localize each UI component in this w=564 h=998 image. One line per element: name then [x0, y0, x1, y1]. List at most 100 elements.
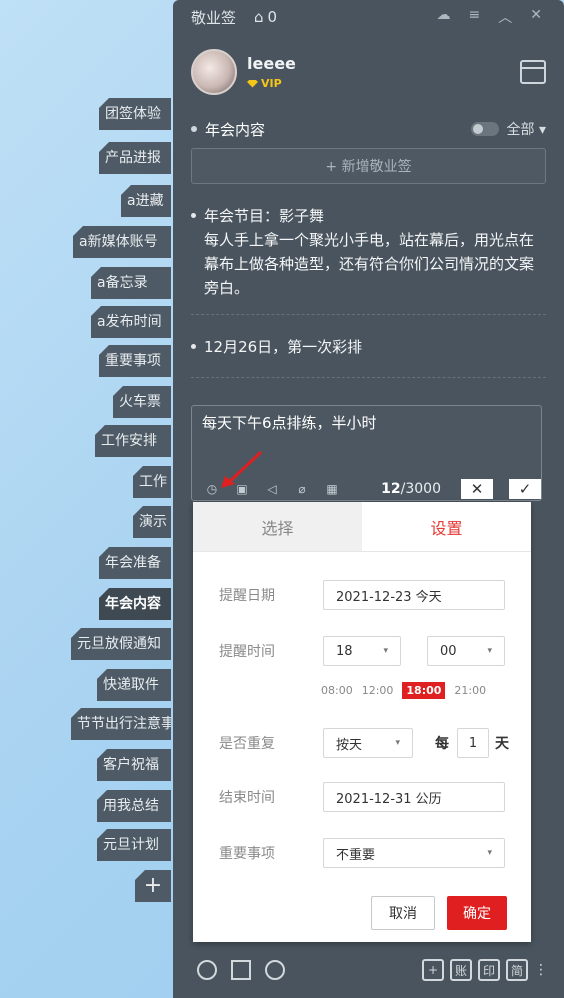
- category-tab[interactable]: a发布时间: [91, 306, 171, 338]
- template-icon[interactable]: ▦: [324, 482, 340, 496]
- title-bar: 敬业签 ⌂ 0 ☁ ≡ ︿ ✕: [173, 0, 564, 34]
- bullet-icon: [191, 126, 197, 132]
- interval-value: 1: [468, 735, 478, 751]
- repeat-value: 按天: [336, 737, 363, 753]
- chevron-down-icon: ▾: [538, 122, 546, 138]
- tab-select[interactable]: 选择: [193, 502, 362, 551]
- date-value: 2021-12-23 今天: [336, 589, 442, 605]
- note-item[interactable]: 12月26日，第一次彩排: [191, 335, 546, 378]
- more-icon[interactable]: ⋮: [534, 962, 548, 978]
- bell-icon: ⌂: [254, 8, 264, 26]
- important-select[interactable]: 不重要 ▾: [323, 838, 505, 868]
- filter-label: 全部: [506, 122, 535, 138]
- account-button[interactable]: 账: [450, 959, 472, 981]
- category-tab[interactable]: 元旦放假通知: [71, 628, 171, 660]
- category-tab[interactable]: 演示: [133, 506, 171, 538]
- bullet-icon: [191, 344, 196, 349]
- list-title: 年会内容: [205, 120, 266, 139]
- repeat-select[interactable]: 按天 ▾: [323, 728, 413, 758]
- category-tab[interactable]: a进藏: [121, 185, 171, 217]
- cancel-edit-button[interactable]: ✕: [461, 479, 493, 499]
- search-icon[interactable]: [265, 960, 285, 980]
- minute-value: 00: [440, 643, 457, 659]
- note-text: 12月26日，第一次彩排: [204, 338, 363, 356]
- category-tab[interactable]: 火车票: [113, 386, 171, 418]
- vip-badge: VIP: [247, 77, 296, 90]
- avatar[interactable]: [191, 49, 237, 95]
- end-time-field[interactable]: 2021-12-31 公历: [323, 782, 505, 812]
- tab-settings[interactable]: 设置: [362, 502, 531, 551]
- collapse-icon[interactable]: ︿: [498, 7, 512, 27]
- user-name: leeee: [247, 54, 296, 73]
- end-time-value: 2021-12-31 公历: [336, 791, 442, 807]
- quick-time[interactable]: 12:00: [362, 684, 394, 697]
- char-max: /3000: [400, 481, 441, 497]
- note-text: 年会节目：影子舞 每人手上拿一个聚光小手电，站在幕后，用光点在幕布上做各种造型，…: [204, 207, 535, 297]
- new-task-label: + 新增敬业签: [325, 159, 412, 175]
- new-task-button[interactable]: + 新增敬业签: [191, 148, 546, 184]
- notification-bell[interactable]: ⌂ 0: [254, 8, 277, 26]
- quick-time[interactable]: 21:00: [454, 684, 486, 697]
- category-tab[interactable]: 重要事项: [99, 345, 171, 377]
- category-tab[interactable]: 工作: [133, 466, 171, 498]
- category-tab[interactable]: a新媒体账号: [73, 226, 171, 258]
- category-tab[interactable]: 产品进报: [99, 142, 171, 174]
- confirm-edit-button[interactable]: ✓: [509, 479, 541, 499]
- filter-dropdown[interactable]: 全部 ▾: [507, 119, 546, 139]
- category-tab[interactable]: 年会准备: [99, 547, 171, 579]
- cancel-button[interactable]: 取消: [371, 896, 435, 930]
- category-tab[interactable]: 用我总结: [97, 790, 171, 822]
- category-tab[interactable]: 快递取件: [97, 669, 171, 701]
- category-tab[interactable]: a备忘录: [91, 267, 171, 299]
- chevron-down-icon: ▾: [395, 738, 400, 748]
- clock-icon[interactable]: [197, 960, 217, 980]
- calendar-check-icon[interactable]: [231, 960, 251, 980]
- calendar-icon[interactable]: [520, 60, 546, 84]
- editor-text[interactable]: 每天下午6点排练，半小时: [192, 406, 541, 439]
- add-button[interactable]: +: [422, 959, 444, 981]
- print-button[interactable]: 印: [478, 959, 500, 981]
- every-label: 每: [435, 736, 449, 752]
- vip-label: VIP: [261, 77, 282, 90]
- chevron-down-icon: ▾: [487, 848, 492, 858]
- important-value: 不重要: [336, 847, 376, 863]
- hour-select[interactable]: 18 ▾: [323, 636, 401, 666]
- category-tab[interactable]: 元旦计划: [97, 829, 171, 861]
- bullet-icon: [191, 213, 196, 218]
- list-header: 年会内容 全部 ▾: [173, 110, 564, 148]
- category-tab[interactable]: 工作安排: [95, 425, 171, 457]
- char-counter: 12/3000: [381, 481, 441, 497]
- category-tab[interactable]: 客户祝福: [97, 749, 171, 781]
- add-category-button[interactable]: +: [135, 870, 171, 902]
- bottom-toolbar: + 账 印 简 ⋮: [173, 955, 564, 985]
- chevron-down-icon: ▾: [487, 646, 492, 656]
- main-panel: 敬业签 ⌂ 0 ☁ ≡ ︿ ✕ leeee VIP 年会内容 全部 ▾ + 新增…: [173, 0, 564, 998]
- category-tab-active[interactable]: 年会内容: [99, 588, 171, 620]
- red-arrow-annotation: [221, 450, 263, 488]
- filter-toggle[interactable]: [470, 122, 499, 136]
- chevron-down-icon: ▾: [383, 646, 388, 656]
- close-icon[interactable]: ✕: [530, 7, 542, 27]
- repeat-label: 是否重复: [219, 736, 275, 752]
- menu-icon[interactable]: ≡: [469, 7, 481, 27]
- simplified-button[interactable]: 简: [506, 959, 528, 981]
- category-tab[interactable]: 团签体验: [99, 98, 171, 130]
- user-profile: leeee VIP: [173, 34, 564, 110]
- category-tab[interactable]: 节节出行注意事项: [71, 708, 171, 740]
- interval-input[interactable]: 1: [457, 728, 489, 758]
- quick-time[interactable]: 08:00: [321, 684, 353, 697]
- cloud-icon[interactable]: ☁: [437, 7, 451, 27]
- minute-select[interactable]: 00 ▾: [427, 636, 505, 666]
- quick-time-selected[interactable]: 18:00: [402, 682, 446, 699]
- date-label: 提醒日期: [219, 588, 275, 604]
- attachment-icon[interactable]: ⌀: [294, 482, 310, 496]
- note-item[interactable]: 年会节目：影子舞 每人手上拿一个聚光小手电，站在幕后，用光点在幕布上做各种造型，…: [191, 204, 546, 315]
- diamond-icon: [247, 79, 258, 88]
- reminder-popup: 选择 设置 提醒日期 2021-12-23 今天 提醒时间 18 ▾ 00 ▾ 08…: [193, 502, 531, 942]
- date-field[interactable]: 2021-12-23 今天: [323, 580, 505, 610]
- audio-icon[interactable]: ◁: [264, 482, 280, 496]
- confirm-button[interactable]: 确定: [447, 896, 507, 930]
- app-title: 敬业签: [191, 8, 237, 27]
- hour-value: 18: [336, 643, 353, 659]
- char-count: 12: [381, 481, 401, 497]
